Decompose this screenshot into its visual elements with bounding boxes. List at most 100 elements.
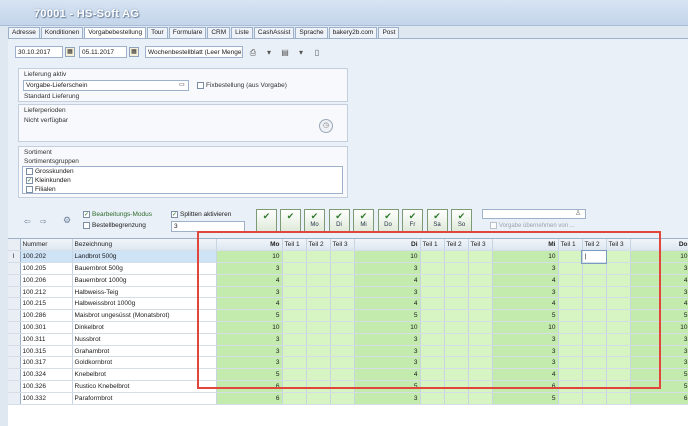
cell-nummer[interactable]: 100.215 — [20, 297, 73, 311]
cell-teil-2[interactable] — [444, 274, 469, 287]
cell-teil-3[interactable] — [606, 345, 631, 358]
cell-teil-1[interactable] — [420, 333, 445, 346]
cell-teil-1[interactable] — [420, 262, 445, 275]
date-to-input[interactable]: 05.11.2017 — [79, 46, 127, 58]
cell-quantity[interactable]: 4 — [630, 274, 688, 287]
cell-teil-3[interactable] — [606, 262, 631, 275]
cell-teil-3[interactable] — [468, 321, 493, 334]
cell-teil-1[interactable] — [420, 321, 445, 334]
cell-quantity[interactable]: 4 — [492, 297, 559, 311]
cell-teil-3[interactable] — [468, 274, 493, 287]
cell-teil-2[interactable] — [444, 262, 469, 275]
cell-teil-1[interactable] — [282, 368, 307, 382]
table-row[interactable]: 100.324Knebelbrot54455 — [8, 368, 688, 382]
table-row[interactable]: 100.212Halbweiss-Teig33333 — [8, 286, 688, 299]
cell-bezeichnung[interactable]: Rustico Knebelbrot — [72, 380, 217, 393]
bestellbegrenzung-checkbox[interactable]: Bestellbegrenzung — [83, 222, 146, 229]
cell-teil-1[interactable] — [558, 333, 583, 346]
table-row[interactable]: 100.326Rustico Knebelbrot65656 — [8, 380, 688, 393]
cell-teil-3[interactable] — [606, 297, 631, 311]
cell-teil-1[interactable] — [558, 380, 583, 393]
cell-teil-2[interactable] — [582, 392, 607, 405]
cell-teil-2[interactable] — [582, 321, 607, 334]
cell-teil-1[interactable] — [282, 297, 307, 311]
tab-adresse[interactable]: Adresse — [8, 27, 40, 38]
filter-input[interactable] — [482, 209, 586, 219]
tab-bakery2b-com[interactable]: bakery2b.com — [328, 27, 378, 38]
cell-bezeichnung[interactable]: Bauernbrot 500g — [72, 262, 217, 275]
user-icon[interactable]: ♙ — [575, 209, 581, 217]
cell-teil-3[interactable] — [606, 356, 631, 370]
arrow-icon[interactable]: ⇦ — [24, 217, 31, 226]
cell-teil-1[interactable] — [558, 392, 583, 405]
sortiment-item[interactable]: ✓ Kleinkunden — [23, 176, 342, 185]
export-icon[interactable]: ▯ — [311, 47, 323, 58]
cell-teil-2[interactable] — [306, 333, 331, 346]
cell-teil-2[interactable] — [582, 297, 607, 311]
cell-quantity[interactable]: 3 — [216, 356, 283, 370]
cell-quantity[interactable]: 4 — [216, 297, 283, 311]
cell-quantity[interactable]: 3 — [354, 345, 421, 358]
cell-teil-1[interactable] — [420, 392, 445, 405]
cell-quantity[interactable]: 3 — [492, 286, 559, 299]
cell-quantity[interactable]: 5 — [630, 309, 688, 323]
cell-teil-3[interactable] — [468, 250, 493, 264]
cell-teil-2[interactable] — [306, 250, 331, 264]
cell-quantity[interactable]: 3 — [492, 345, 559, 358]
cell-quantity[interactable]: 5 — [630, 380, 688, 393]
cell-quantity[interactable]: 5 — [630, 368, 688, 382]
column-header-bezeichnung[interactable]: Bezeichnung — [72, 239, 217, 252]
table-row[interactable]: 100.317Goldkornbrot33333 — [8, 356, 688, 370]
cell-teil-1[interactable] — [420, 368, 445, 382]
cell-teil-2[interactable] — [306, 286, 331, 299]
checkbox[interactable] — [26, 167, 33, 175]
cell-teil-1[interactable] — [558, 297, 583, 311]
cell-quantity[interactable]: 6 — [216, 380, 283, 393]
cell-quantity[interactable]: 3 — [630, 356, 688, 370]
cell-teil-1[interactable] — [282, 380, 307, 393]
date-from-input[interactable]: 30.10.2017 — [15, 46, 63, 58]
cell-teil-1[interactable] — [282, 356, 307, 370]
column-header-teil-3[interactable]: Teil 3 — [330, 239, 355, 252]
column-header-teil-3[interactable]: Teil 3 — [606, 239, 631, 252]
cell-teil-2[interactable] — [306, 262, 331, 275]
cell-teil-1[interactable] — [282, 392, 307, 405]
cell-quantity[interactable]: 3 — [492, 356, 559, 370]
cell-quantity[interactable]: 3 — [492, 333, 559, 346]
cell-teil-1[interactable] — [420, 274, 445, 287]
cell-teil-3[interactable] — [330, 345, 355, 358]
cell-quantity[interactable]: 4 — [216, 274, 283, 287]
cell-quantity[interactable]: 4 — [354, 297, 421, 311]
cell-teil-3[interactable] — [606, 380, 631, 393]
cell-quantity[interactable]: 10 — [492, 250, 559, 264]
cell-teil-1[interactable] — [558, 321, 583, 334]
cell-teil-1[interactable] — [558, 250, 583, 264]
column-header-teil-2[interactable]: Teil 2 — [444, 239, 469, 252]
cell-quantity[interactable]: 3 — [630, 286, 688, 299]
column-header-teil-1[interactable]: Teil 1 — [420, 239, 445, 252]
cell-bezeichnung[interactable]: Maisbrot ungesüsst (Monatsbrot) — [72, 309, 217, 323]
table-row[interactable]: 100.332Paraformbrot63565 — [8, 392, 688, 405]
cell-teil-2[interactable] — [306, 345, 331, 358]
cell-teil-3[interactable] — [330, 262, 355, 275]
cell-quantity[interactable]: 5 — [492, 309, 559, 323]
refresh-icon[interactable]: ◷ — [319, 119, 333, 133]
cell-teil-3[interactable] — [468, 333, 493, 346]
cell-teil-2[interactable] — [582, 262, 607, 275]
table-row[interactable]: I100.202Landbrot 500g101010|1010 — [8, 249, 688, 264]
cell-nummer[interactable]: 100.202 — [20, 250, 73, 264]
cell-teil-3[interactable] — [468, 262, 493, 275]
cell-quantity[interactable]: 4 — [354, 274, 421, 287]
cell-teil-2[interactable]: | — [581, 249, 607, 264]
column-header-teil-1[interactable]: Teil 1 — [282, 239, 307, 252]
cell-teil-3[interactable] — [606, 333, 631, 346]
cell-quantity[interactable]: 3 — [492, 262, 559, 275]
cell-teil-2[interactable] — [444, 345, 469, 358]
cell-nummer[interactable]: 100.206 — [20, 274, 73, 287]
cell-quantity[interactable]: 6 — [216, 392, 283, 405]
cell-teil-3[interactable] — [606, 309, 631, 323]
cell-teil-1[interactable] — [420, 309, 445, 323]
cell-teil-3[interactable] — [468, 380, 493, 393]
cell-teil-2[interactable] — [306, 356, 331, 370]
column-header-teil-2[interactable]: Teil 2 — [306, 239, 331, 252]
